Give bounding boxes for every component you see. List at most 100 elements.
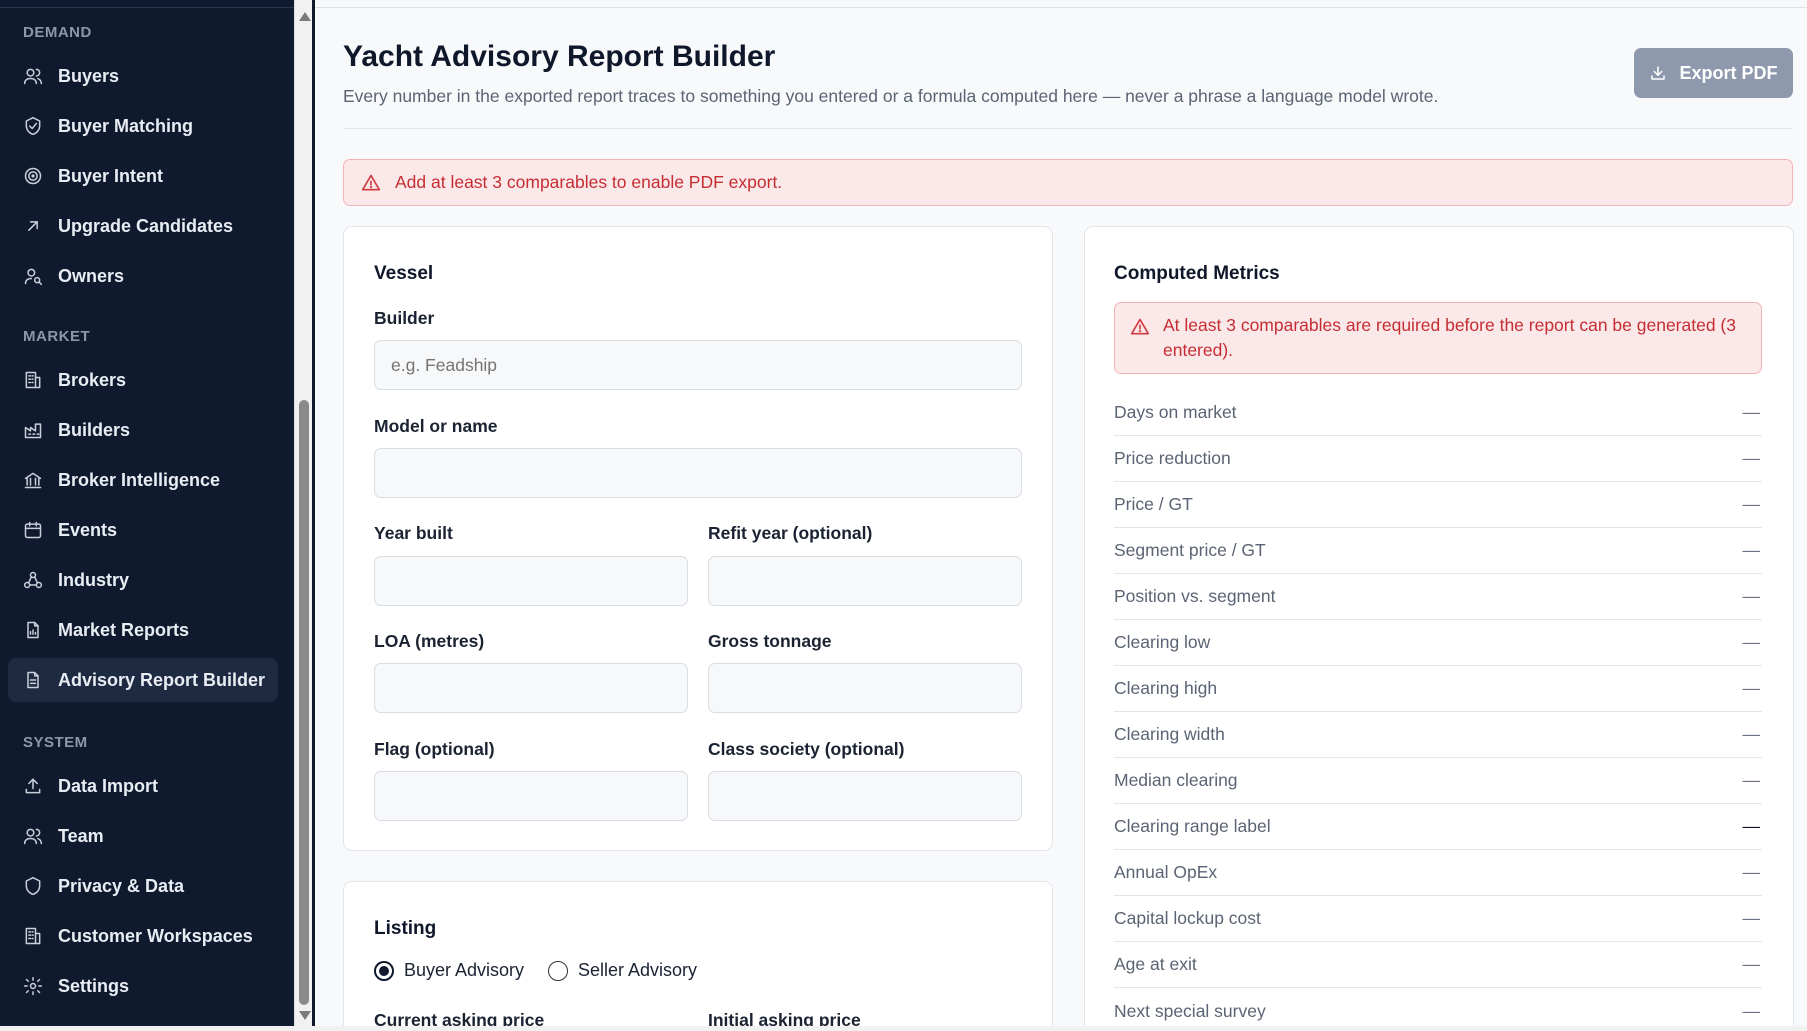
sidebar-item-label: Broker Intelligence xyxy=(58,469,221,490)
main-top-divider xyxy=(315,0,1807,8)
building-icon xyxy=(23,926,43,946)
sidebar-item-buyer-intent[interactable]: Buyer Intent xyxy=(8,154,278,198)
sidebar-item-label: Data Import xyxy=(58,775,159,796)
calendar-icon xyxy=(23,520,43,540)
radio-checked-icon[interactable] xyxy=(374,960,394,981)
sidebar-item-advisory-report-builder[interactable]: Advisory Report Builder xyxy=(8,658,278,702)
sidebar-item-privacy-data[interactable]: Privacy & Data xyxy=(8,864,278,908)
page-subtitle: Every number in the exported report trac… xyxy=(343,86,1439,106)
flag-input[interactable] xyxy=(374,771,688,821)
metric-value: — xyxy=(1742,1000,1761,1021)
metric-label: Capital lockup cost xyxy=(1114,908,1261,928)
comparables-alert: At least 3 comparables are required befo… xyxy=(1114,302,1762,374)
loa-input[interactable] xyxy=(374,663,688,713)
bottom-edge xyxy=(0,1026,1807,1031)
header-divider xyxy=(343,128,1793,129)
scroll-up-arrow-icon[interactable] xyxy=(299,12,311,21)
model-label: Model or name xyxy=(374,416,498,436)
metric-row-capital-lockup-cost: Capital lockup cost — xyxy=(1114,896,1762,942)
builder-input[interactable] xyxy=(374,340,1022,390)
radio-unchecked-icon[interactable] xyxy=(548,960,568,981)
network-icon xyxy=(23,570,43,590)
sidebar-item-label: Customer Workspaces xyxy=(58,925,253,946)
metric-row-price-gt: Price / GT — xyxy=(1114,482,1762,528)
listing-card: Listing Buyer Advisory Seller Advisory C… xyxy=(343,881,1053,1031)
sidebar-item-owners[interactable]: Owners xyxy=(8,254,278,298)
radio-buyer-label: Buyer Advisory xyxy=(404,960,525,980)
builder-label: Builder xyxy=(374,308,435,328)
refit-year-label: Refit year (optional) xyxy=(708,523,873,543)
sidebar-item-buyer-matching[interactable]: Buyer Matching xyxy=(8,104,278,148)
sidebar-item-label: Advisory Report Builder xyxy=(58,669,266,690)
landmark-icon xyxy=(23,470,43,490)
sidebar-item-label: Owners xyxy=(58,265,125,286)
metric-label: Price / GT xyxy=(1114,494,1193,514)
metric-row-price-reduction: Price reduction — xyxy=(1114,436,1762,482)
metric-value: — xyxy=(1742,862,1761,882)
users-icon xyxy=(23,66,43,86)
sidebar-item-industry[interactable]: Industry xyxy=(8,558,278,602)
sidebar-item-label: Privacy & Data xyxy=(58,875,185,896)
sidebar-top-divider xyxy=(0,0,294,8)
sidebar-item-settings[interactable]: Settings xyxy=(8,964,278,1008)
sidebar-item-buyers[interactable]: Buyers xyxy=(8,54,278,98)
metric-value: — xyxy=(1742,678,1761,698)
sidebar-item-builders[interactable]: Builders xyxy=(8,408,278,452)
sidebar-item-label: Buyers xyxy=(58,65,120,86)
metric-value: — xyxy=(1742,448,1761,468)
sidebar-item-upgrade-candidates[interactable]: Upgrade Candidates xyxy=(8,204,278,248)
class-society-input[interactable] xyxy=(708,771,1022,821)
sidebar-item-label: Builders xyxy=(58,419,131,440)
sidebar: DEMAND Buyers Buyer Matching Buyer Inten… xyxy=(0,0,294,1026)
year-built-input[interactable] xyxy=(374,556,688,606)
user-search-icon xyxy=(23,266,43,286)
sidebar-item-data-import[interactable]: Data Import xyxy=(8,764,278,808)
metric-row-age-at-exit: Age at exit — xyxy=(1114,942,1762,988)
section-label-market: MARKET xyxy=(23,328,91,345)
export-pdf-button[interactable]: Export PDF xyxy=(1634,48,1793,98)
gross-tonnage-label: Gross tonnage xyxy=(708,631,832,651)
radio-seller-label: Seller Advisory xyxy=(578,960,698,980)
sidebar-item-market-reports[interactable]: Market Reports xyxy=(8,608,278,652)
metric-label: Next special survey xyxy=(1114,1000,1266,1021)
sidebar-item-label: Brokers xyxy=(58,369,127,390)
metric-row-annual-opex: Annual OpEx — xyxy=(1114,850,1762,896)
factory-icon xyxy=(23,420,43,440)
radio-seller-advisory[interactable]: Seller Advisory xyxy=(548,960,697,981)
flag-label: Flag (optional) xyxy=(374,739,495,759)
gross-tonnage-input[interactable] xyxy=(708,663,1022,713)
sidebar-scrollbar[interactable] xyxy=(294,0,312,1026)
metric-value: — xyxy=(1742,770,1761,790)
metric-row-clearing-width: Clearing width — xyxy=(1114,712,1762,758)
metric-label: Age at exit xyxy=(1114,954,1197,974)
sidebar-item-customer-workspaces[interactable]: Customer Workspaces xyxy=(8,914,278,958)
sidebar-item-team[interactable]: Team xyxy=(8,814,278,858)
sidebar-item-broker-intelligence[interactable]: Broker Intelligence xyxy=(8,458,278,502)
arrow-up-right-icon xyxy=(23,216,43,236)
metric-label: Clearing high xyxy=(1114,678,1218,698)
sidebar-edge xyxy=(312,0,315,1026)
warning-icon xyxy=(1130,317,1150,337)
scroll-down-arrow-icon[interactable] xyxy=(299,1011,311,1020)
metric-row-days-on-market: Days on market — xyxy=(1114,390,1762,436)
listing-card-title: Listing xyxy=(374,918,437,939)
metric-row-next-special-survey: Next special survey — xyxy=(1114,988,1762,1031)
metrics-card-title: Computed Metrics xyxy=(1114,263,1280,284)
scrollbar-thumb[interactable] xyxy=(299,400,309,1005)
metric-value: — xyxy=(1742,908,1761,928)
metric-label: Position vs. segment xyxy=(1114,586,1276,606)
metric-row-clearing-high: Clearing high — xyxy=(1114,666,1762,712)
sidebar-item-label: Upgrade Candidates xyxy=(58,215,234,236)
metric-value: — xyxy=(1742,540,1761,560)
radio-buyer-advisory[interactable]: Buyer Advisory xyxy=(374,960,524,981)
model-input[interactable] xyxy=(374,448,1022,498)
year-built-label: Year built xyxy=(374,523,453,543)
refit-year-input[interactable] xyxy=(708,556,1022,606)
warning-icon xyxy=(361,173,381,193)
export-alert-text: Add at least 3 comparables to enable PDF… xyxy=(395,172,783,192)
sidebar-item-brokers[interactable]: Brokers xyxy=(8,358,278,402)
users-icon xyxy=(23,826,43,846)
sidebar-item-events[interactable]: Events xyxy=(8,508,278,552)
metric-row-median-clearing: Median clearing — xyxy=(1114,758,1762,804)
target-icon xyxy=(23,166,43,186)
